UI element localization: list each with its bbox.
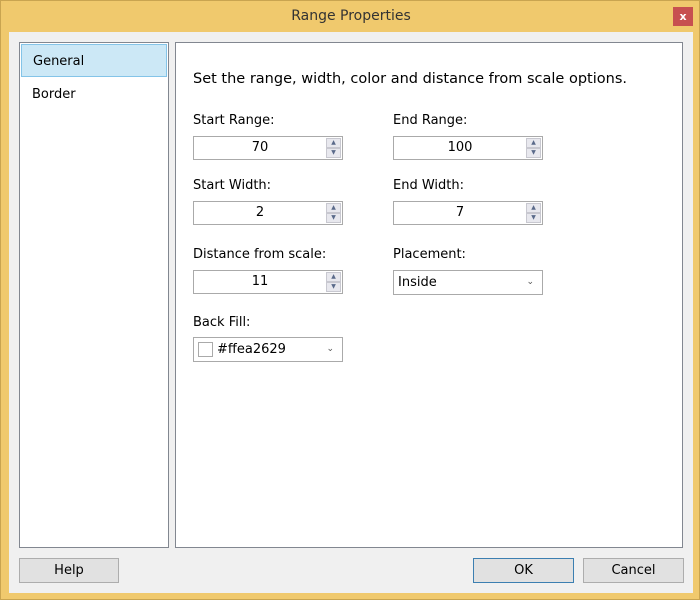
spin-down-icon[interactable]: ▼ (526, 213, 541, 223)
start-range-value[interactable]: 70 (194, 137, 326, 159)
color-swatch (198, 342, 213, 357)
start-range-label: Start Range: (193, 113, 275, 128)
dialog-title: Range Properties (291, 8, 411, 24)
spin-up-icon[interactable]: ▲ (326, 203, 341, 213)
end-width-value[interactable]: 7 (394, 202, 526, 224)
dialog-body: General Border Set the range, width, col… (9, 32, 693, 593)
start-width-stepper[interactable]: 2 ▲ ▼ (193, 201, 343, 225)
close-button[interactable]: x (673, 7, 693, 26)
ok-button[interactable]: OK (473, 558, 574, 583)
distance-label: Distance from scale: (193, 247, 327, 262)
placement-value: Inside (398, 275, 437, 290)
placement-label: Placement: (393, 247, 466, 262)
spin-up-icon[interactable]: ▲ (526, 138, 541, 148)
back-fill-picker[interactable]: #ffea2629 ⌄ (193, 337, 343, 362)
nav-list: General Border (19, 42, 169, 548)
general-panel: Set the range, width, color and distance… (175, 42, 683, 548)
spin-down-icon[interactable]: ▼ (326, 148, 341, 158)
back-fill-label: Back Fill: (193, 315, 251, 330)
dialog-window: Range Properties x General Border Set th… (0, 0, 700, 600)
distance-stepper[interactable]: 11 ▲ ▼ (193, 270, 343, 294)
chevron-down-icon: ⌄ (326, 344, 334, 354)
end-width-stepper[interactable]: 7 ▲ ▼ (393, 201, 543, 225)
spin-up-icon[interactable]: ▲ (526, 203, 541, 213)
panel-description: Set the range, width, color and distance… (193, 71, 627, 87)
cancel-button[interactable]: Cancel (583, 558, 684, 583)
back-fill-value: #ffea2629 (217, 342, 286, 357)
spin-down-icon[interactable]: ▼ (326, 282, 341, 292)
chevron-down-icon: ⌄ (526, 277, 534, 287)
spin-down-icon[interactable]: ▼ (526, 148, 541, 158)
placement-select[interactable]: Inside ⌄ (393, 270, 543, 295)
end-range-stepper[interactable]: 100 ▲ ▼ (393, 136, 543, 160)
start-width-value[interactable]: 2 (194, 202, 326, 224)
nav-item-border[interactable]: Border (21, 78, 167, 111)
end-range-label: End Range: (393, 113, 468, 128)
end-range-value[interactable]: 100 (394, 137, 526, 159)
nav-item-general[interactable]: General (21, 44, 167, 77)
spin-up-icon[interactable]: ▲ (326, 138, 341, 148)
end-width-label: End Width: (393, 178, 464, 193)
spin-down-icon[interactable]: ▼ (326, 213, 341, 223)
start-range-stepper[interactable]: 70 ▲ ▼ (193, 136, 343, 160)
help-button[interactable]: Help (19, 558, 119, 583)
start-width-label: Start Width: (193, 178, 272, 193)
distance-value[interactable]: 11 (194, 271, 326, 293)
spin-up-icon[interactable]: ▲ (326, 272, 341, 282)
